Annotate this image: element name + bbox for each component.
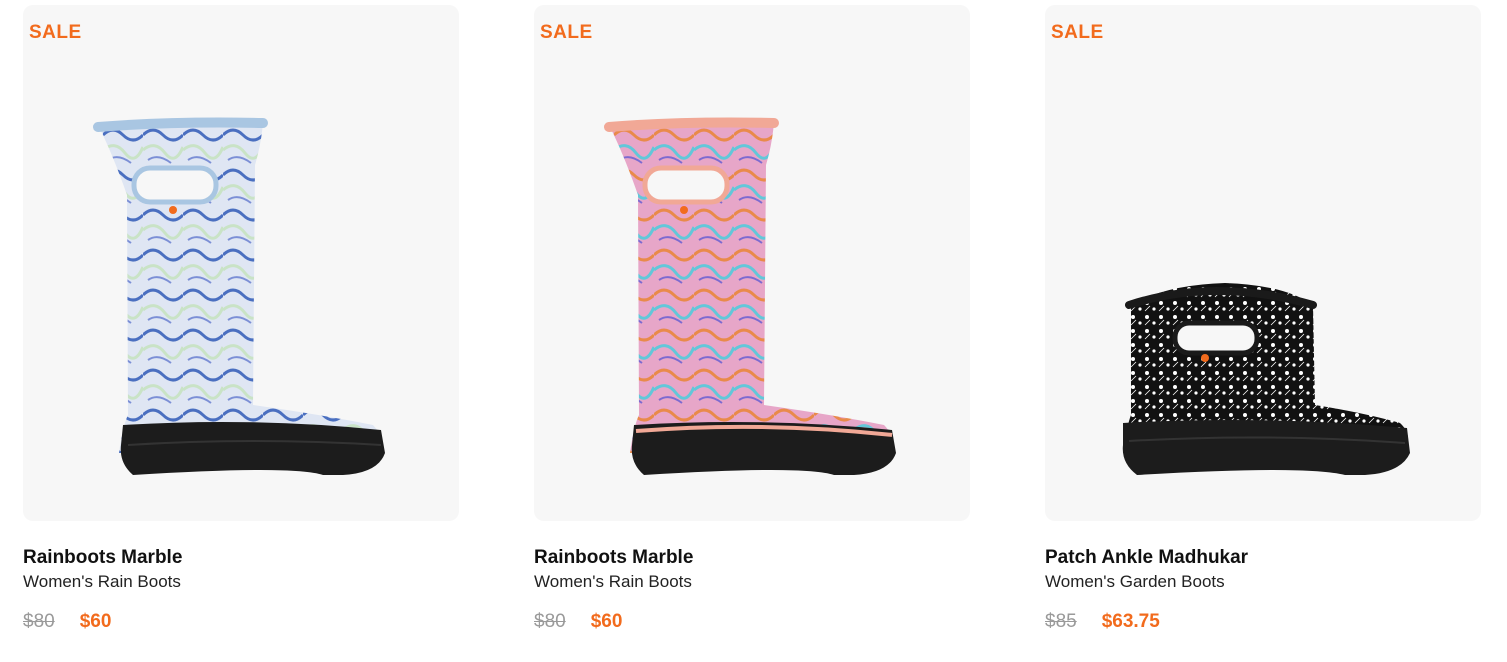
price-row: $80 $60: [23, 611, 459, 633]
product-card[interactable]: SALE Rainboots Marble Women's Rain Boots…: [23, 5, 459, 633]
original-price: $80: [534, 611, 566, 632]
product-grid: SALE Rainboots Marble Women's Rain Boots…: [23, 5, 1481, 633]
product-category: Women's Rain Boots: [23, 572, 181, 591]
original-price: $80: [23, 611, 55, 632]
sale-badge: SALE: [1051, 22, 1104, 43]
product-image-container[interactable]: SALE: [534, 5, 970, 521]
sale-badge: SALE: [540, 22, 593, 43]
product-category: Women's Rain Boots: [534, 572, 692, 591]
product-card[interactable]: SALE Rainboots Marble Women's Rain Boots…: [534, 5, 970, 633]
product-name[interactable]: Rainboots Marble: [23, 547, 459, 569]
product-image-container[interactable]: SALE: [1045, 5, 1481, 521]
sale-price: $63.75: [1101, 611, 1160, 632]
product-image-container[interactable]: SALE: [23, 5, 459, 521]
product-name[interactable]: Rainboots Marble: [534, 547, 970, 569]
price-row: $80 $60: [534, 611, 970, 633]
original-price: $85: [1045, 611, 1077, 632]
sale-badge: SALE: [29, 22, 82, 43]
ankle-garden-boot-image: [1122, 283, 1410, 475]
sale-price: $60: [590, 611, 623, 632]
product-card[interactable]: SALE Patch Ankle Madhukar Women's Garden…: [1045, 5, 1481, 633]
product-category: Women's Garden Boots: [1045, 572, 1225, 591]
tall-rain-boot-image: [93, 117, 385, 475]
price-row: $85 $63.75: [1045, 611, 1481, 633]
tall-rain-boot-image: [604, 117, 896, 475]
product-name[interactable]: Patch Ankle Madhukar: [1045, 547, 1481, 569]
sale-price: $60: [79, 611, 112, 632]
